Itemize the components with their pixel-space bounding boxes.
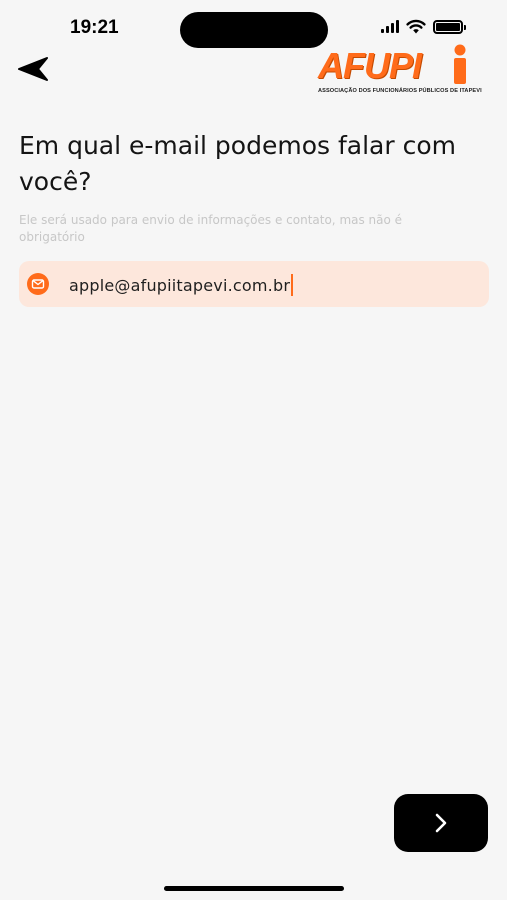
mail-icon xyxy=(27,273,49,295)
email-field[interactable]: apple@afupiitapevi.com.br xyxy=(19,261,489,307)
status-icons xyxy=(381,19,466,34)
chevron-right-icon xyxy=(435,813,447,833)
page-title: Em qual e-mail podemos falar com você? xyxy=(19,131,456,196)
afupi-logo: AFUPI ASSOCIAÇÃO DOS FUNCIONÁRIOS PÚBLIC… xyxy=(316,44,482,100)
email-input[interactable]: apple@afupiitapevi.com.br xyxy=(69,274,294,296)
next-button[interactable] xyxy=(394,794,488,852)
signal-icon xyxy=(381,20,399,33)
home-indicator xyxy=(164,886,344,891)
dynamic-island xyxy=(180,12,328,48)
status-time: 19:21 xyxy=(70,17,119,38)
helper-text: Ele será usado para envio de informações… xyxy=(19,213,403,244)
wifi-icon xyxy=(406,19,426,34)
battery-icon xyxy=(433,19,466,34)
logo-figure-icon xyxy=(454,44,466,84)
text-caret xyxy=(291,274,294,296)
back-arrow-icon xyxy=(18,57,48,81)
email-value: apple@afupiitapevi.com.br xyxy=(69,276,291,295)
logo-subtitle: ASSOCIAÇÃO DOS FUNCIONÁRIOS PÚBLICOS DE … xyxy=(318,88,482,94)
back-button[interactable] xyxy=(18,56,50,82)
logo-text: AFUPI xyxy=(318,45,422,86)
